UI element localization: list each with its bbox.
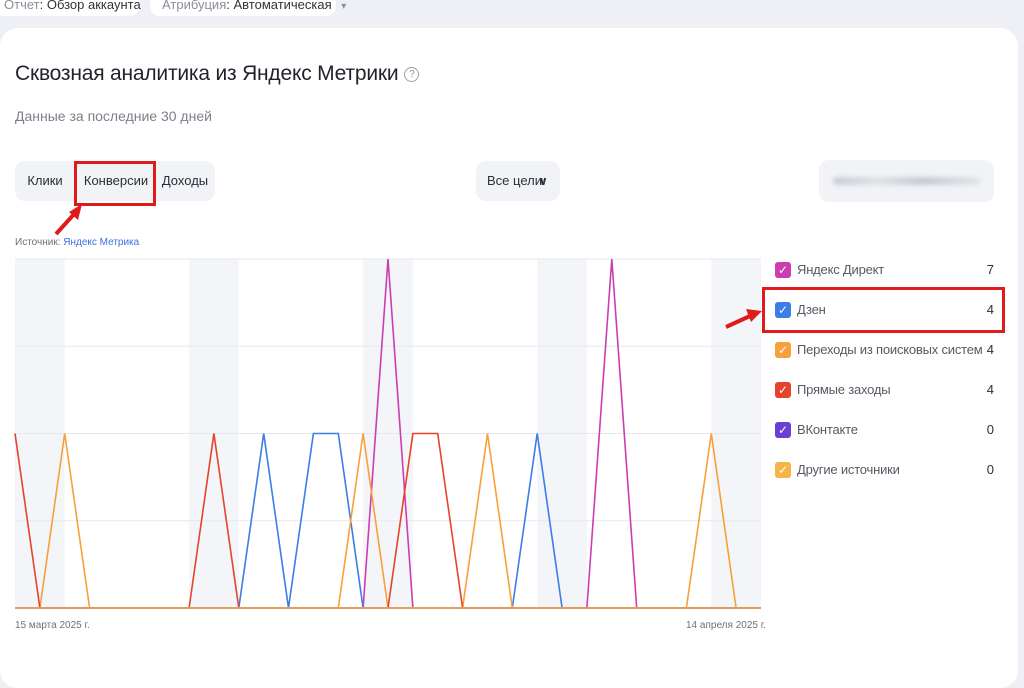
tab-income[interactable]: Доходы [157,161,213,201]
widget-title: Сквозная аналитика из Яндекс Метрики? [15,62,420,86]
widget-subtitle: Данные за последние 30 дней [15,108,212,124]
legend-item[interactable]: ✓ ВКонтакте 0 [775,419,997,441]
top-filter-bar: Отчет: Обзор аккаунта ▾ Атрибуция: Автом… [0,0,1024,18]
attribution-filter[interactable]: Атрибуция: Автоматическая ▾ [150,0,346,16]
legend-value: 0 [986,422,994,437]
metric-tabs: Клики Конверсии Доходы [15,161,215,201]
check-icon[interactable]: ✓ [775,342,791,358]
legend-item[interactable]: ✓ Дзен 4 [775,299,997,321]
data-source: Источник: Яндекс Метрика [15,237,140,248]
legend-value: 4 [986,342,994,357]
chevron-down-icon: ▾ [341,1,347,12]
check-icon[interactable]: ✓ [775,382,791,398]
legend-label: Яндекс Директ [797,262,885,277]
legend-label: Дзен [797,302,826,317]
legend-item[interactable]: ✓ Прямые заходы 4 [775,379,997,401]
legend-item[interactable]: ✓ Яндекс Директ 7 [775,259,997,281]
legend-value: 4 [986,382,994,397]
legend-item[interactable]: ✓ Другие источники 0 [775,459,997,481]
check-icon[interactable]: ✓ [775,262,791,278]
check-icon[interactable]: ✓ [775,302,791,318]
question-icon[interactable]: ? [404,67,420,82]
legend-value: 7 [986,262,994,277]
report-filter[interactable]: Отчет: Обзор аккаунта ▾ [0,0,155,16]
tab-conversions[interactable]: Конверсии [75,161,157,201]
x-axis-start-label: 15 марта 2025 г. [15,620,90,631]
check-icon[interactable]: ✓ [775,422,791,438]
legend-label: Переходы из поисковых систем [797,342,983,357]
x-axis-end-label: 14 апреля 2025 г. [686,620,766,631]
blurred-counter-select[interactable] [819,160,994,202]
legend-item[interactable]: ✓ Переходы из поисковых систем 4 [775,339,997,361]
chevron-down-icon: ∨ [538,174,548,188]
legend-value: 4 [986,302,994,317]
source-link[interactable]: Яндекс Метрика [63,237,139,248]
legend-label: Другие источники [797,462,900,477]
legend-value: 0 [986,462,994,477]
check-icon[interactable]: ✓ [775,462,791,478]
conversions-line-chart [14,258,761,609]
tab-clicks[interactable]: Клики [15,161,75,201]
legend-label: Прямые заходы [797,382,891,397]
legend-label: ВКонтакте [797,422,858,437]
goals-select[interactable]: Все цели ∨ [476,161,560,201]
